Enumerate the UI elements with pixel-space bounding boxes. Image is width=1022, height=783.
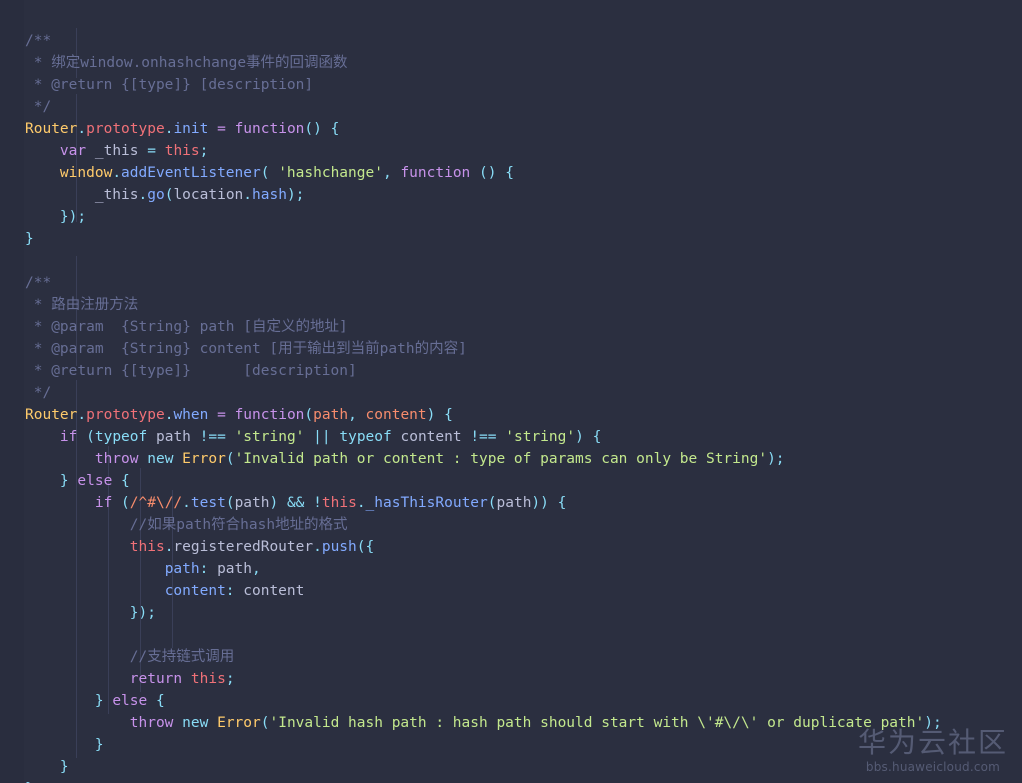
comment-token: /** xyxy=(25,275,52,291)
watermark: 华为云社区 bbs.huaweicloud.com xyxy=(858,727,1008,775)
code-line: if (/^#\//.test(path) && !this._hasThisR… xyxy=(94,495,567,511)
comment-token: /** xyxy=(25,33,52,49)
comment-token: * @return {[type]} [description] xyxy=(25,363,357,379)
comment-token: */ xyxy=(25,385,52,401)
code-line: } xyxy=(0,778,1022,783)
code-line: if (typeof path !== 'string' || typeof c… xyxy=(59,429,602,445)
comment-token: * @param {String} content [用于输出到当前path的内… xyxy=(25,341,467,357)
code-line: Router.prototype.when = function(path, c… xyxy=(25,407,453,423)
code-line: path: path, xyxy=(164,561,261,577)
comment-token: * @return {[type]} [description] xyxy=(25,77,314,93)
code-line: }); xyxy=(59,209,87,225)
watermark-brand: 华为云社区 xyxy=(857,726,1008,759)
comment-token: //如果path符合hash地址的格式 xyxy=(129,517,348,533)
code-line: }); xyxy=(129,605,156,621)
code-line: * 绑定window.onhashchange事件的回调函数 xyxy=(0,52,1022,74)
comment-token: * 路由注册方法 xyxy=(25,297,139,313)
code-editor-view[interactable]: /** * 绑定window.onhashchange事件的回调函数 * @re… xyxy=(0,0,1022,783)
code-line: } else { xyxy=(59,473,130,489)
code-line: * @return {[type]} [description] xyxy=(0,360,1022,382)
comment-token: */ xyxy=(25,99,52,115)
code-line: */ xyxy=(0,96,1022,118)
code-line: /** xyxy=(0,30,1022,52)
code-line: //如果path符合hash地址的格式 xyxy=(0,514,1022,536)
code-line: //支持链式调用 xyxy=(0,646,1022,668)
code-line: } xyxy=(25,231,34,247)
code-line: throw new Error('Invalid path or content… xyxy=(94,451,785,467)
code-line: * 路由注册方法 xyxy=(0,294,1022,316)
watermark-url: bbs.huaweicloud.com xyxy=(865,760,1001,774)
source-code[interactable]: /** * 绑定window.onhashchange事件的回调函数 * @re… xyxy=(0,8,1022,783)
code-line: /** xyxy=(0,272,1022,294)
code-line: _this.go(location.hash); xyxy=(94,187,305,203)
code-line: Router.prototype.init = function() { xyxy=(25,121,340,137)
code-line: window.addEventListener( 'hashchange', f… xyxy=(59,165,514,181)
code-line: * @param {String} path [自定义的地址] xyxy=(0,316,1022,338)
code-line: var _this = this; xyxy=(59,143,209,159)
code-line: } else { xyxy=(94,693,165,709)
code-line: * @return {[type]} [description] xyxy=(0,74,1022,96)
comment-token: * 绑定window.onhashchange事件的回调函数 xyxy=(25,55,348,71)
code-line: content: content xyxy=(164,583,305,599)
comment-token: //支持链式调用 xyxy=(129,649,235,665)
code-line: this.registeredRouter.push({ xyxy=(129,539,375,555)
comment-token: * @param {String} path [自定义的地址] xyxy=(25,319,348,335)
code-line: * @param {String} content [用于输出到当前path的内… xyxy=(0,338,1022,360)
code-line: */ xyxy=(0,382,1022,404)
code-line: return this; xyxy=(129,671,235,687)
